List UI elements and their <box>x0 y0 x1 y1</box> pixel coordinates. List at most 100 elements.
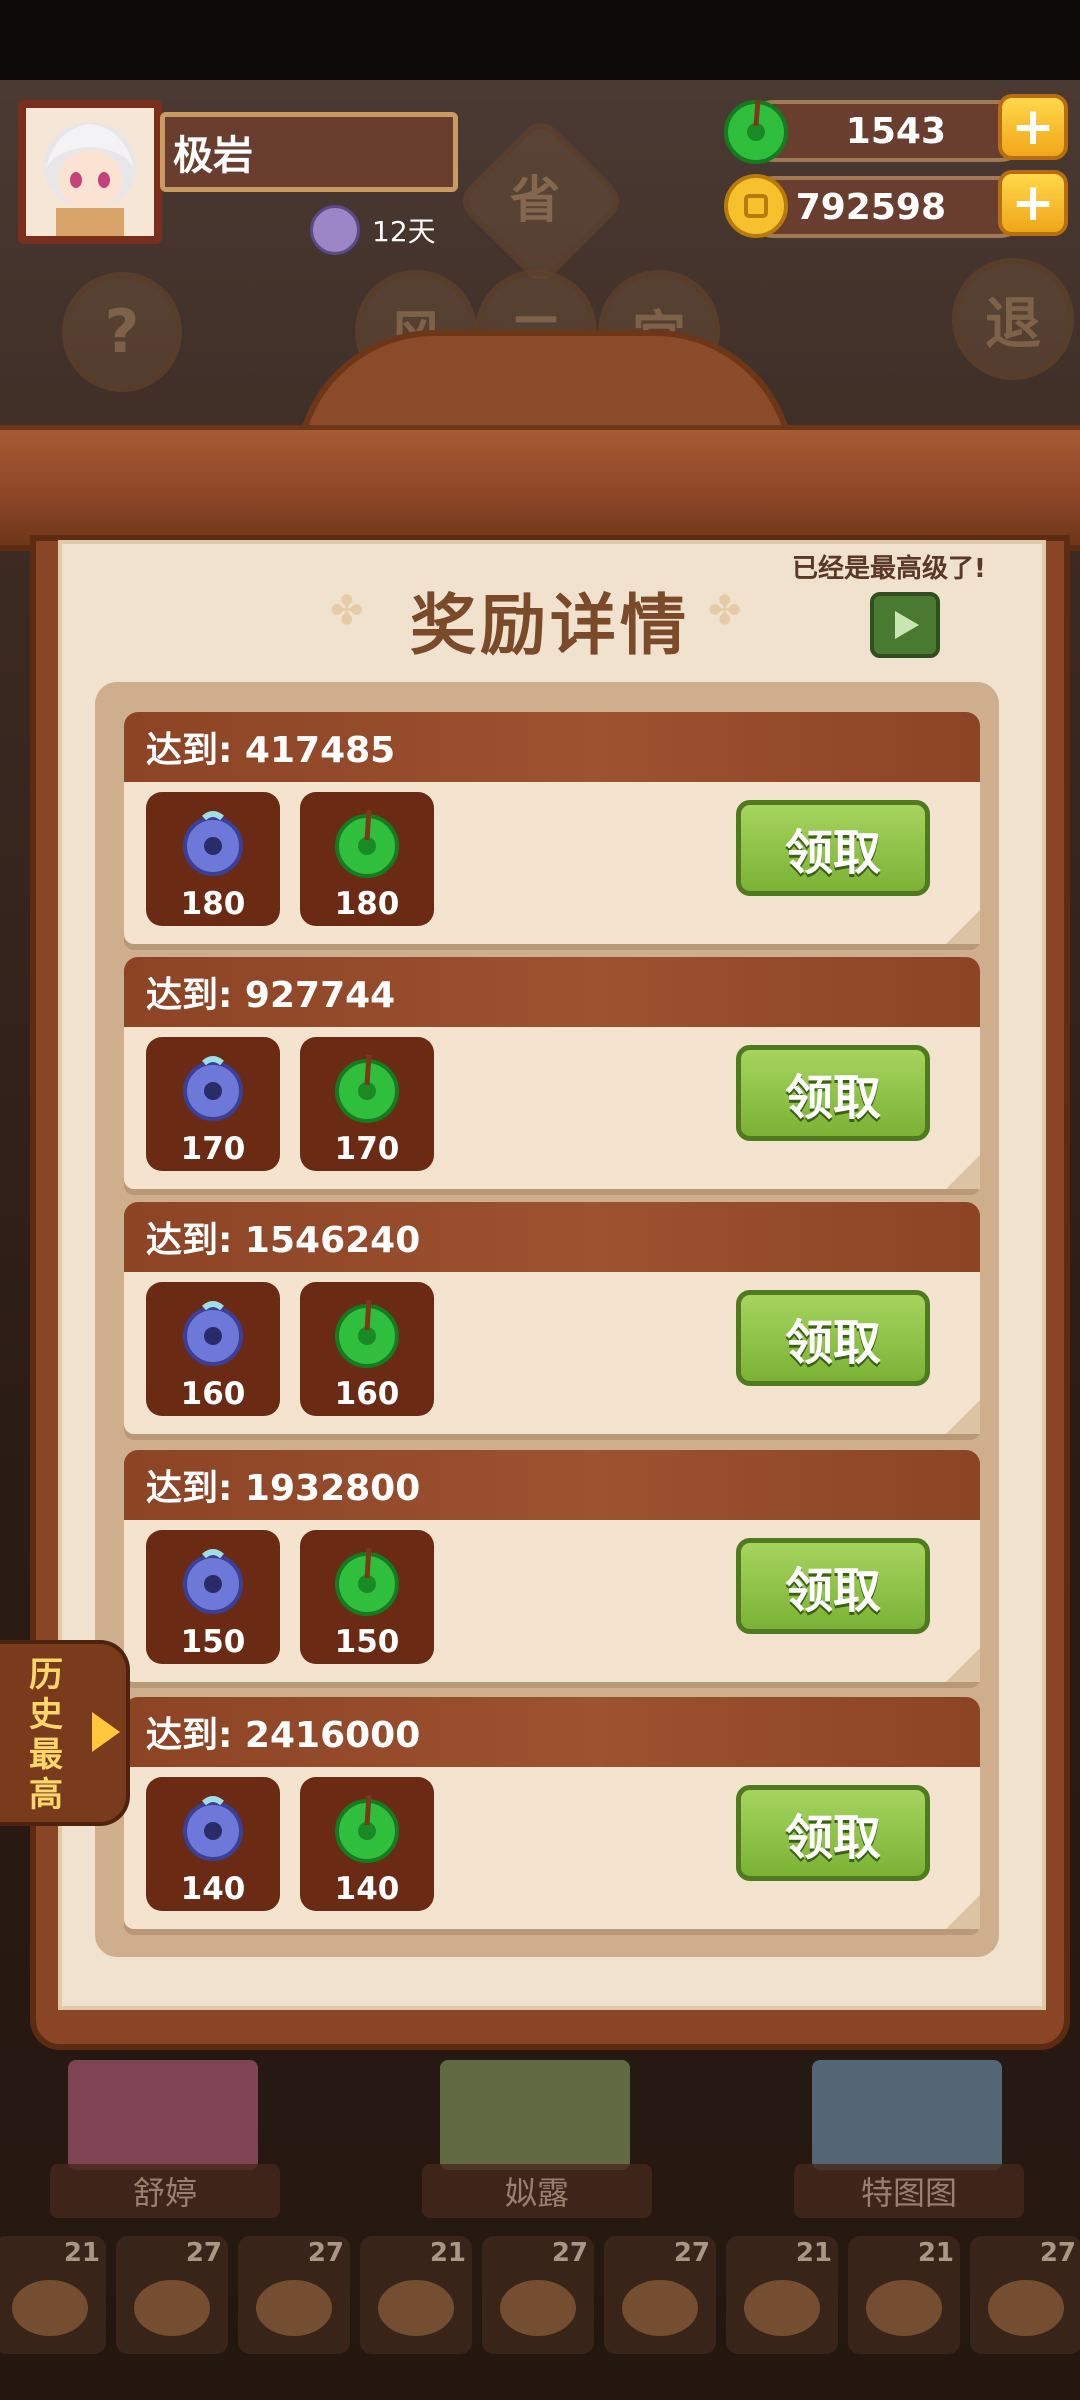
claim-button[interactable]: 领取 <box>736 1785 930 1881</box>
help-button[interactable]: ? <box>62 272 182 392</box>
reward-item-green-jade[interactable]: 170 <box>300 1037 434 1171</box>
food-card[interactable]: 21 <box>726 2236 838 2354</box>
pet-icon <box>310 205 360 255</box>
food-card[interactable]: 27 <box>604 2236 716 2354</box>
dish-icon <box>866 2280 942 2336</box>
claim-button[interactable]: 领取 <box>736 1045 930 1141</box>
add-jade-button[interactable]: + <box>998 94 1068 160</box>
food-card[interactable]: 27 <box>238 2236 350 2354</box>
title-flower-right-icon: ✤ <box>708 588 742 634</box>
player-avatar[interactable] <box>18 100 162 244</box>
avatar-portrait-icon <box>26 108 154 236</box>
food-card[interactable]: 27 <box>970 2236 1080 2354</box>
history-best-label: 历史最高 <box>29 1655 63 1815</box>
dish-icon <box>256 2280 332 2336</box>
character-portrait <box>68 2060 258 2170</box>
food-card[interactable]: 27 <box>116 2236 228 2354</box>
food-level: 27 <box>1039 2238 1076 2268</box>
food-level: 21 <box>429 2238 466 2268</box>
character-name[interactable]: 舒婷 <box>50 2164 280 2218</box>
next-level-button[interactable] <box>870 592 940 658</box>
reward-item-green-jade[interactable]: 140 <box>300 1777 434 1911</box>
history-arrow-icon <box>92 1712 120 1752</box>
claim-button[interactable]: 领取 <box>736 1290 930 1386</box>
green-jade-icon <box>330 1791 404 1865</box>
claim-button[interactable]: 领取 <box>736 800 930 896</box>
food-level: 21 <box>917 2238 954 2268</box>
food-card[interactable]: 21 <box>360 2236 472 2354</box>
reward-item-blue-jade[interactable]: 150 <box>146 1530 280 1664</box>
reward-item-green-jade[interactable]: 160 <box>300 1282 434 1416</box>
food-level: 27 <box>673 2238 710 2268</box>
food-level: 27 <box>551 2238 588 2268</box>
coin-amount: 792598 <box>795 186 946 228</box>
reward-row: 达到: 927744 170 170 领取 <box>124 957 980 1189</box>
character-name[interactable]: 姒露 <box>422 2164 652 2218</box>
green-jade-icon <box>330 1051 404 1125</box>
add-coin-button[interactable]: + <box>998 170 1068 236</box>
dish-icon <box>378 2280 454 2336</box>
reward-qty: 180 <box>334 886 400 922</box>
food-card[interactable]: 21 <box>0 2236 106 2354</box>
player-name: 极岩 <box>160 112 458 192</box>
reward-qty: 150 <box>334 1624 400 1660</box>
reward-qty: 170 <box>180 1131 246 1167</box>
reward-item-green-jade[interactable]: 150 <box>300 1530 434 1664</box>
reward-item-blue-jade[interactable]: 160 <box>146 1282 280 1416</box>
dish-icon <box>500 2280 576 2336</box>
food-level: 21 <box>795 2238 832 2268</box>
reward-threshold-label: 达到: 2416000 <box>146 1715 421 1756</box>
reward-qty: 140 <box>334 1871 400 1907</box>
reward-threshold: 达到: 2416000 <box>124 1697 980 1767</box>
reward-items: 150 150 领取 <box>124 1520 980 1682</box>
reward-item-green-jade[interactable]: 180 <box>300 792 434 926</box>
reward-threshold-label: 达到: 1546240 <box>146 1220 421 1261</box>
dish-icon <box>622 2280 698 2336</box>
reward-row: 达到: 2416000 140 140 领取 <box>124 1697 980 1929</box>
dish-icon <box>134 2280 210 2336</box>
exit-button[interactable]: 退 <box>952 258 1074 380</box>
reward-threshold: 达到: 927744 <box>124 957 980 1027</box>
play-icon <box>895 611 919 639</box>
reward-item-blue-jade[interactable]: 140 <box>146 1777 280 1911</box>
panel-title: 奖励详情 <box>410 587 690 664</box>
reward-threshold: 达到: 417485 <box>124 712 980 782</box>
jade-amount: 1543 <box>845 110 946 152</box>
paper-corner <box>946 910 980 944</box>
reward-item-blue-jade[interactable]: 180 <box>146 792 280 926</box>
reward-qty: 170 <box>334 1131 400 1167</box>
max-level-message: 已经是最高级了! <box>792 554 986 584</box>
jade-icon <box>722 96 790 164</box>
food-level: 21 <box>63 2238 100 2268</box>
reward-item-blue-jade[interactable]: 170 <box>146 1037 280 1171</box>
pet-days[interactable]: 12天 <box>310 205 436 255</box>
reward-threshold: 达到: 1932800 <box>124 1450 980 1520</box>
paper-corner <box>946 1895 980 1929</box>
title-flower-left-icon: ✤ <box>330 588 364 634</box>
panel-top-beam <box>0 425 1080 551</box>
paper-corner <box>946 1648 980 1682</box>
status-bar <box>0 0 1080 80</box>
reward-threshold-label: 达到: 1932800 <box>146 1468 421 1509</box>
reward-threshold: 达到: 1546240 <box>124 1202 980 1272</box>
reward-qty: 160 <box>334 1376 400 1412</box>
reward-items: 180 180 领取 <box>124 782 980 944</box>
reward-qty: 150 <box>180 1624 246 1660</box>
reward-items: 140 140 领取 <box>124 1767 980 1929</box>
blue-jade-icon <box>176 1544 250 1618</box>
food-level: 27 <box>307 2238 344 2268</box>
character-portrait <box>812 2060 1002 2170</box>
blue-jade-icon <box>176 806 250 880</box>
claim-button[interactable]: 领取 <box>736 1538 930 1634</box>
character-name[interactable]: 特图图 <box>794 2164 1024 2218</box>
dish-icon <box>744 2280 820 2336</box>
green-jade-icon <box>330 1296 404 1370</box>
food-card[interactable]: 27 <box>482 2236 594 2354</box>
pet-days-label: 12天 <box>372 215 436 248</box>
food-card[interactable]: 21 <box>848 2236 960 2354</box>
food-level: 27 <box>185 2238 222 2268</box>
coin-icon <box>722 172 790 240</box>
province-badge-label: 省 <box>510 171 560 229</box>
reward-threshold-label: 达到: 927744 <box>146 975 396 1016</box>
reward-row: 达到: 417485 180 180 领取 <box>124 712 980 944</box>
